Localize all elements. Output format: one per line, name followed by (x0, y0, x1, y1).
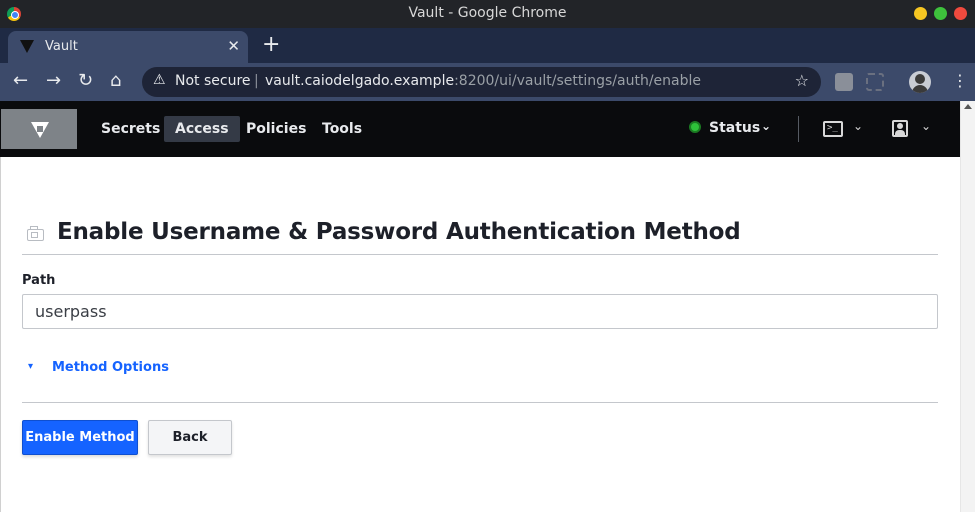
nav-access[interactable]: Access (164, 116, 240, 142)
page-title: Enable Username & Password Authenticatio… (57, 219, 741, 245)
bookmark-star-icon[interactable]: ☆ (795, 71, 809, 90)
maximize-button[interactable] (934, 7, 947, 20)
user-chevron-down-icon[interactable]: ⌄ (921, 119, 931, 133)
scroll-up-icon[interactable] (964, 104, 972, 109)
url-path: :8200/ui/vault/settings/auth/enable (454, 73, 701, 89)
forward-arrow-icon[interactable]: → (46, 70, 61, 92)
address-bar[interactable]: ⚠ Not secure | vault.caiodelgado.example… (142, 67, 821, 97)
back-button[interactable]: Back (148, 420, 232, 455)
back-arrow-icon[interactable]: ← (13, 70, 28, 92)
close-window-button[interactable] (954, 7, 967, 20)
user-account-icon[interactable] (892, 120, 908, 137)
status-ok-icon (689, 121, 701, 133)
window-titlebar: Vault - Google Chrome (0, 0, 975, 28)
auth-method-icon (27, 226, 44, 241)
chevron-down-icon: ▾ (28, 361, 34, 372)
url-host: vault.caiodelgado.example (265, 73, 455, 89)
path-input[interactable] (22, 294, 938, 329)
chrome-menu-icon[interactable]: ⋮ (952, 71, 968, 91)
tab-title: Vault (45, 39, 78, 54)
nav-policies[interactable]: Policies (235, 116, 317, 142)
browser-toolbar: ← → ↻ ⌂ ⚠ Not secure | vault.caiodelgado… (0, 63, 975, 101)
url-text[interactable]: vault.caiodelgado.example:8200/ui/vault/… (265, 73, 701, 89)
actions-divider (22, 402, 938, 403)
page-scrollbar[interactable] (960, 101, 975, 512)
header-divider (798, 116, 799, 142)
omnibox-separator: | (254, 73, 259, 89)
window-title: Vault - Google Chrome (408, 5, 567, 21)
home-icon[interactable]: ⌂ (110, 70, 121, 92)
minimize-button[interactable] (914, 7, 927, 20)
chevron-down-icon: ⌄ (761, 119, 772, 133)
console-icon[interactable]: >_ (823, 121, 843, 137)
extension-keyhole-icon[interactable] (835, 73, 853, 91)
tab-close-icon[interactable]: ✕ (227, 37, 240, 55)
tab-strip: Vault ✕ + (0, 28, 975, 63)
new-tab-button[interactable]: + (262, 31, 280, 59)
status-label: Status (709, 120, 761, 136)
title-divider (22, 254, 938, 255)
nav-tools[interactable]: Tools (311, 116, 373, 142)
console-chevron-down-icon[interactable]: ⌄ (853, 119, 863, 133)
warning-icon[interactable]: ⚠ (153, 72, 166, 88)
enable-method-button[interactable]: Enable Method (22, 420, 138, 455)
vault-favicon-icon (20, 40, 34, 53)
profile-avatar[interactable] (909, 71, 931, 93)
path-label: Path (22, 273, 56, 288)
security-status[interactable]: Not secure (175, 73, 251, 89)
tab-vault[interactable]: Vault ✕ (8, 31, 248, 63)
reload-icon[interactable]: ↻ (78, 70, 93, 92)
nav-secrets[interactable]: Secrets (90, 116, 171, 142)
method-options-label: Method Options (52, 360, 169, 375)
extension-puzzle-icon[interactable] (866, 73, 884, 91)
vault-header: Secrets Access Policies Tools Status ⌄ >… (0, 101, 960, 157)
vault-logo[interactable] (1, 109, 77, 149)
